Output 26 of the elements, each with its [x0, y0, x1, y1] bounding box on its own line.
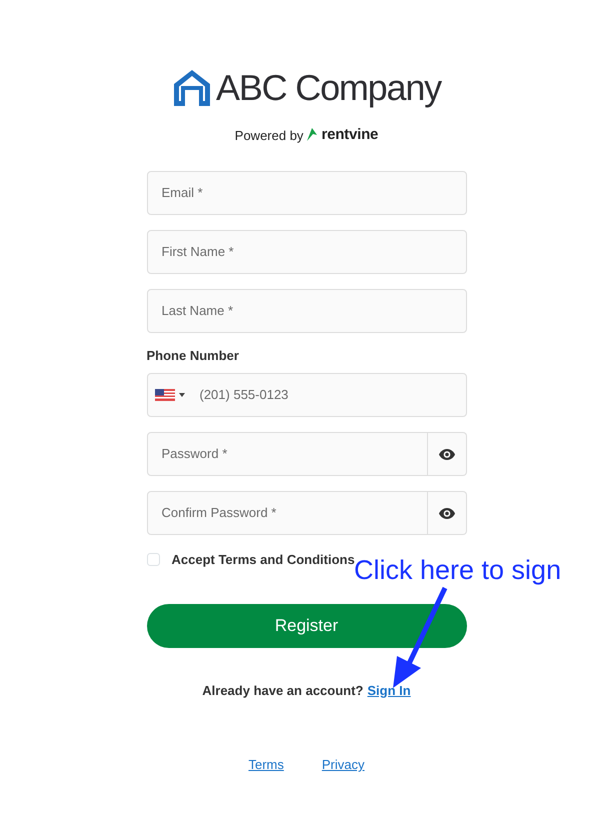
leaf-logo-icon: [307, 128, 318, 142]
text-field[interactable]: First Name *: [146, 230, 466, 274]
field-label: Phone Number: [146, 346, 240, 364]
password-field[interactable]: Password *: [146, 432, 428, 476]
platform-name: rentvine: [321, 125, 378, 145]
flag-icon[interactable]: [154, 389, 174, 401]
text-field[interactable]: Last Name *: [146, 288, 466, 332]
sign-in-prompt: Already have an account?: [202, 682, 364, 700]
brand-name: ABC Company: [216, 70, 441, 106]
show-password-button[interactable]: [428, 432, 466, 476]
phone-field[interactable]: (201) 555-0123: [146, 373, 466, 417]
footer-link[interactable]: Privacy: [322, 755, 364, 774]
caret-icon[interactable]: [178, 393, 184, 397]
text-field[interactable]: Email *: [146, 170, 466, 214]
powered-by-text: Powered by: [234, 126, 304, 145]
eye-icon: [438, 508, 454, 518]
terms-label: Accept Terms and Conditions: [172, 551, 355, 569]
terms-checkbox[interactable]: [146, 553, 160, 566]
password-field[interactable]: Confirm Password *: [146, 491, 428, 535]
house-logo-icon: [172, 68, 212, 108]
annotation-text: Click here to sign: [354, 556, 562, 586]
sign-in-link[interactable]: Sign In: [367, 680, 411, 700]
register-button[interactable]: Register: [146, 604, 466, 648]
show-password-button[interactable]: [428, 491, 466, 535]
footer-link[interactable]: Terms: [248, 755, 284, 774]
eye-icon: [438, 448, 454, 460]
